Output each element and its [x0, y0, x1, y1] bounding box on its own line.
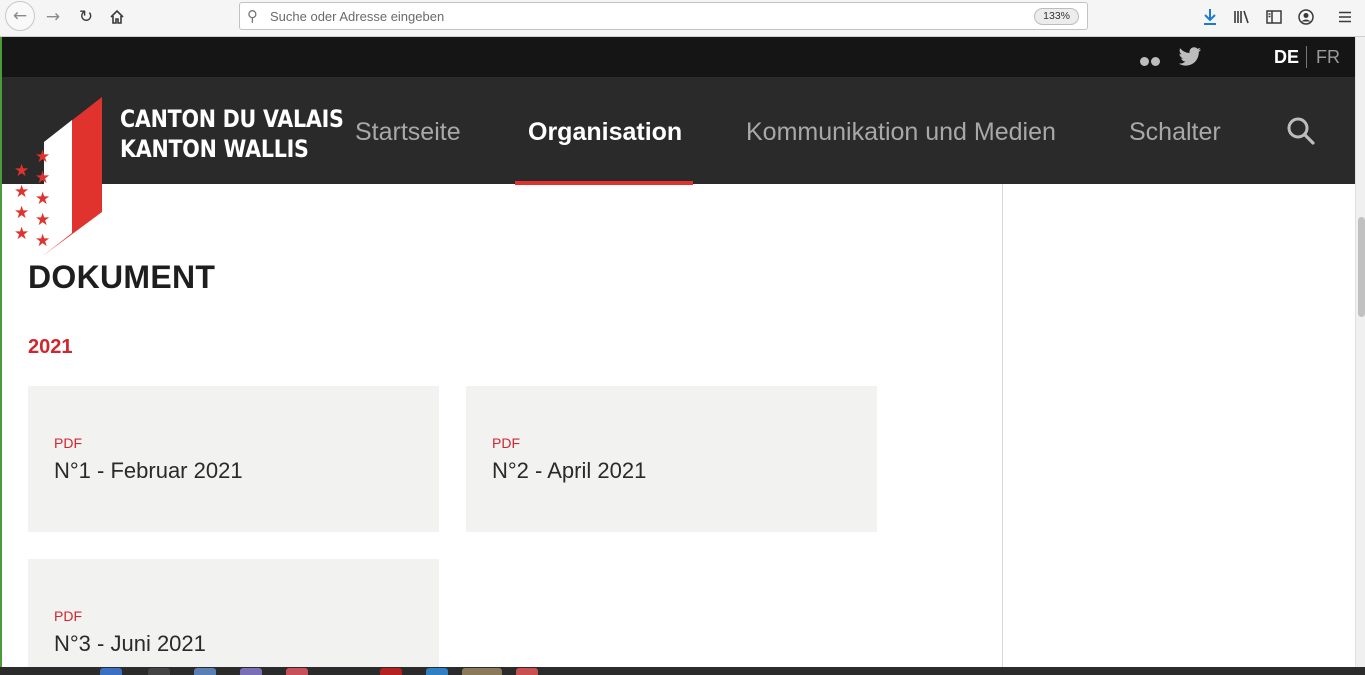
svg-text:★: ★: [35, 231, 50, 251]
taskbar-app-icon[interactable]: [100, 668, 122, 675]
zoom-badge[interactable]: 133%: [1034, 8, 1079, 25]
download-icon[interactable]: [1198, 5, 1222, 29]
scrollbar-thumb[interactable]: [1358, 217, 1365, 317]
document-title[interactable]: N°1 - Februar 2021: [54, 458, 243, 484]
svg-text:★: ★: [55, 195, 70, 215]
library-icon[interactable]: [1230, 5, 1254, 29]
svg-text:★: ★: [35, 210, 50, 230]
nav-kommunikation-medien[interactable]: Kommunikation und Medien: [746, 118, 1056, 147]
back-icon[interactable]: ←: [5, 1, 35, 31]
taskbar-app-icon[interactable]: [426, 668, 448, 675]
reload-icon[interactable]: ↻: [72, 4, 100, 30]
document-card[interactable]: PDF N°2 - April 2021: [466, 386, 877, 532]
home-icon[interactable]: [103, 4, 131, 30]
taskbar-app-icon[interactable]: [148, 668, 170, 675]
svg-text:★: ★: [14, 161, 29, 181]
sidebar-divider: [1002, 184, 1003, 667]
document-title[interactable]: N°2 - April 2021: [492, 458, 646, 484]
browser-toolbar: ← → ↻ ⚲ Suche oder Adresse eingeben 133%: [0, 0, 1365, 37]
page-scrollbar[interactable]: [1355, 37, 1365, 667]
taskbar-app-icon[interactable]: [240, 668, 262, 675]
taskbar-app-icon[interactable]: [286, 668, 308, 675]
lang-de[interactable]: DE: [1274, 47, 1299, 68]
year-heading: 2021: [28, 336, 73, 358]
page-title: DOKUMENT: [28, 259, 216, 295]
document-card[interactable]: PDF N°1 - Februar 2021: [28, 386, 439, 532]
main-navigation: CANTON DU VALAIS KANTON WALLIS Startseit…: [2, 77, 1355, 185]
menu-icon[interactable]: [1333, 5, 1357, 29]
nav-schalter[interactable]: Schalter: [1129, 118, 1221, 147]
valais-shield-logo[interactable]: ★ ★ ★ ★ ★ ★ ★ ★ ★ ★ ★ ★ ★: [12, 97, 107, 255]
svg-text:★: ★: [14, 203, 29, 223]
site-logo-text[interactable]: CANTON DU VALAIS KANTON WALLIS: [120, 104, 344, 164]
document-type: PDF: [54, 435, 82, 451]
svg-text:★: ★: [55, 174, 70, 194]
document-title[interactable]: N°3 - Juni 2021: [54, 631, 206, 657]
lang-separator: [1306, 46, 1307, 68]
lang-fr[interactable]: FR: [1316, 47, 1340, 68]
nav-organisation[interactable]: Organisation: [528, 118, 682, 147]
flickr-icon[interactable]: [1140, 53, 1162, 66]
sidebar-icon[interactable]: [1262, 5, 1286, 29]
document-card[interactable]: PDF N°3 - Juni 2021: [28, 559, 439, 667]
svg-text:★: ★: [55, 153, 70, 173]
svg-text:★: ★: [35, 147, 50, 167]
nav-startseite[interactable]: Startseite: [355, 118, 461, 147]
svg-text:★: ★: [55, 132, 70, 152]
url-placeholder: Suche oder Adresse eingeben: [270, 9, 445, 24]
main-content: DOKUMENT 2021 PDF N°1 - Februar 2021 PDF…: [2, 184, 1002, 667]
taskbar-app-icon[interactable]: [516, 668, 538, 675]
account-icon[interactable]: [1294, 5, 1318, 29]
svg-text:★: ★: [35, 189, 50, 209]
site-search-icon[interactable]: [1285, 115, 1317, 147]
forward-icon[interactable]: →: [39, 4, 67, 30]
taskbar-app-icon[interactable]: [194, 668, 216, 675]
svg-text:★: ★: [14, 182, 29, 202]
document-type: PDF: [492, 435, 520, 451]
os-taskbar: [0, 667, 1365, 675]
svg-text:★: ★: [14, 224, 29, 244]
page-viewport: DE FR CANTON DU VALAIS KANTON WALLIS Sta…: [0, 37, 1365, 667]
twitter-icon[interactable]: [1178, 46, 1202, 68]
taskbar-app-icon[interactable]: [462, 668, 502, 675]
site-topbar: DE FR: [2, 37, 1355, 77]
logo-line-1: CANTON DU VALAIS: [120, 105, 344, 133]
svg-text:★: ★: [35, 168, 50, 188]
url-bar[interactable]: ⚲ Suche oder Adresse eingeben 133%: [239, 2, 1088, 30]
search-icon: ⚲: [247, 7, 258, 25]
logo-line-2: KANTON WALLIS: [120, 135, 309, 163]
document-type: PDF: [54, 608, 82, 624]
taskbar-app-icon[interactable]: [380, 668, 402, 675]
